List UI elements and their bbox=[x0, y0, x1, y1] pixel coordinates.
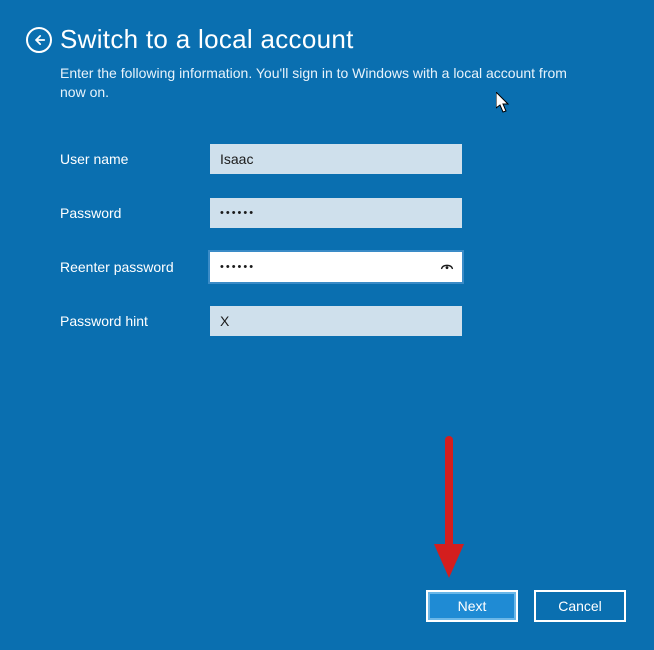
back-arrow-icon bbox=[32, 33, 46, 47]
password-reveal-icon bbox=[439, 259, 455, 275]
label-password: Password bbox=[60, 205, 210, 221]
row-username: User name bbox=[60, 144, 480, 174]
red-arrow-annotation bbox=[430, 436, 468, 584]
field-wrap-hint bbox=[210, 306, 462, 336]
username-input[interactable] bbox=[210, 144, 462, 174]
next-button[interactable]: Next bbox=[426, 590, 518, 622]
password-input[interactable] bbox=[210, 198, 462, 228]
header: Switch to a local account bbox=[26, 24, 354, 55]
row-hint: Password hint bbox=[60, 306, 480, 336]
page-subtitle: Enter the following information. You'll … bbox=[60, 64, 594, 102]
row-reenter: Reenter password bbox=[60, 252, 480, 282]
page-title: Switch to a local account bbox=[60, 24, 354, 55]
label-reenter: Reenter password bbox=[60, 259, 210, 275]
cancel-button[interactable]: Cancel bbox=[534, 590, 626, 622]
form: User name Password Reenter password Pass… bbox=[60, 144, 480, 360]
field-wrap-password bbox=[210, 198, 462, 228]
footer: Next Cancel bbox=[426, 590, 626, 622]
password-reveal-button[interactable] bbox=[438, 258, 456, 276]
reenter-password-input[interactable] bbox=[210, 252, 462, 282]
back-button[interactable] bbox=[26, 27, 52, 53]
field-wrap-username bbox=[210, 144, 462, 174]
field-wrap-reenter bbox=[210, 252, 462, 282]
label-hint: Password hint bbox=[60, 313, 210, 329]
row-password: Password bbox=[60, 198, 480, 228]
label-username: User name bbox=[60, 151, 210, 167]
password-hint-input[interactable] bbox=[210, 306, 462, 336]
